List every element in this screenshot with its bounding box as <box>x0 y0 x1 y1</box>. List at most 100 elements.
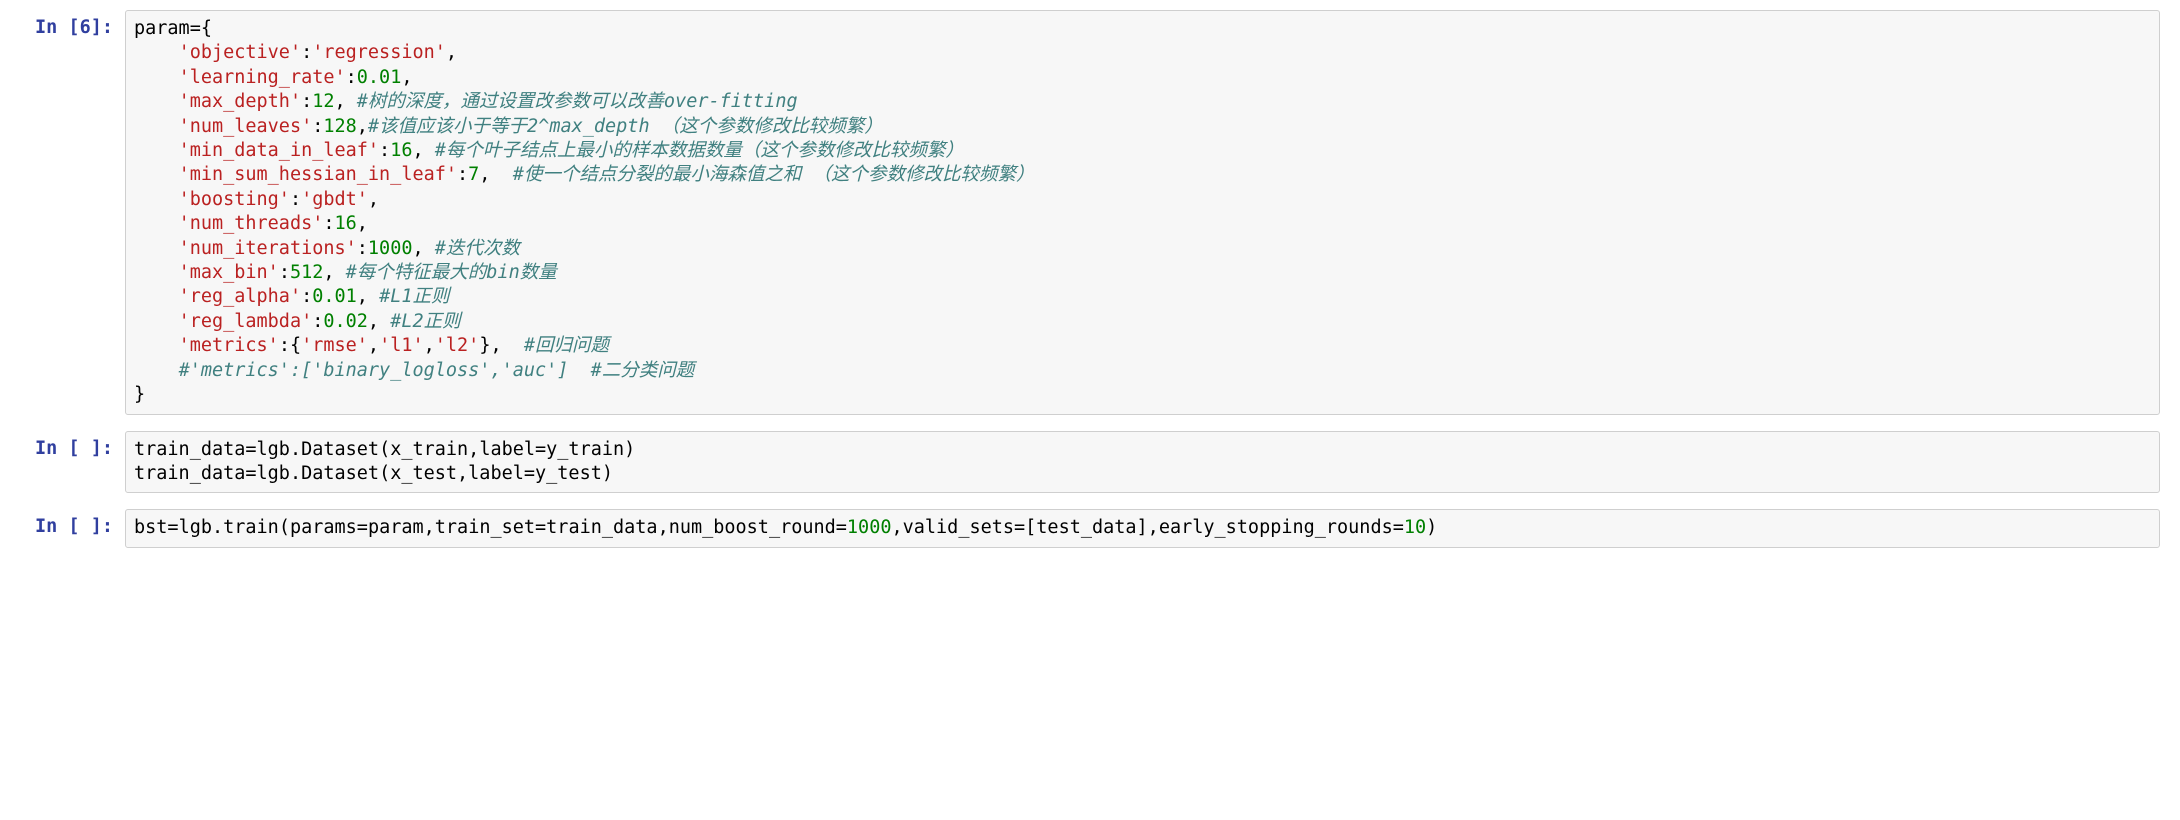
input-prompt: In [ ]: <box>20 509 125 539</box>
code-token-name: x_test <box>390 463 457 484</box>
code-token-str: 'min_data_in_leaf' <box>179 140 379 161</box>
code-token-str: 'reg_alpha' <box>179 286 302 307</box>
code-token-num: 7 <box>468 164 479 185</box>
code-text[interactable]: param={ 'objective':'regression', 'learn… <box>134 17 2151 408</box>
code-token-op: = <box>245 463 256 484</box>
code-token-num: 16 <box>335 213 357 234</box>
code-token-punct: , <box>368 311 390 332</box>
code-token-str: 'regression' <box>312 42 446 63</box>
code-token-comment: #L2正则 <box>390 311 460 332</box>
code-token-punct: , <box>401 67 412 88</box>
code-token-num: 0.01 <box>357 67 402 88</box>
code-token-plain <box>134 42 179 63</box>
code-token-punct: ) <box>602 463 613 484</box>
code-token-str: 'reg_lambda' <box>179 311 313 332</box>
code-token-punct: : <box>290 189 301 210</box>
code-token-punct: , <box>479 164 512 185</box>
code-token-punct: : <box>312 311 323 332</box>
prompt-bracket-close: ]: <box>91 17 113 38</box>
code-token-num: 10 <box>1404 517 1426 538</box>
code-token-punct: } <box>134 384 145 405</box>
code-token-name: label <box>479 439 535 460</box>
code-cell[interactable]: In [ ]:bst=lgb.train(params=param,train_… <box>20 509 2160 547</box>
code-token-num: 0.01 <box>312 286 357 307</box>
code-token-punct: }, <box>479 335 524 356</box>
code-token-str: 'rmse' <box>301 335 368 356</box>
code-cell[interactable]: In [ ]:train_data=lgb.Dataset(x_train,la… <box>20 431 2160 494</box>
prompt-bracket-close: ]: <box>91 516 113 537</box>
code-token-punct: : <box>379 140 390 161</box>
code-token-plain <box>134 238 179 259</box>
code-token-punct: , <box>323 262 345 283</box>
code-token-punct: , <box>357 213 368 234</box>
code-token-punct: : <box>357 238 368 259</box>
code-token-punct: , <box>357 286 379 307</box>
code-token-punct: :{ <box>279 335 301 356</box>
code-token-punct: ) <box>624 439 635 460</box>
code-token-punct: : <box>457 164 468 185</box>
code-token-name: x_train <box>390 439 468 460</box>
prompt-number <box>80 438 91 459</box>
code-text[interactable]: bst=lgb.train(params=param,train_set=tra… <box>134 516 2151 540</box>
code-cell[interactable]: In [6]:param={ 'objective':'regression',… <box>20 10 2160 415</box>
code-token-op: = <box>190 18 201 39</box>
code-token-plain <box>134 335 179 356</box>
code-token-name: test_data <box>1036 517 1136 538</box>
code-token-str: 'num_iterations' <box>179 238 357 259</box>
prompt-number <box>80 516 91 537</box>
code-token-comment: #每个叶子结点上最小的样本数据数量（这个参数修改比较频繁） <box>435 140 964 161</box>
code-token-op: = <box>1014 517 1025 538</box>
code-token-op: . <box>290 439 301 460</box>
code-token-plain <box>134 140 179 161</box>
code-token-punct: ], <box>1137 517 1159 538</box>
code-token-comment: #树的深度，通过设置改参数可以改善over-fitting <box>357 91 798 112</box>
code-token-op: = <box>167 517 178 538</box>
code-token-punct: , <box>424 335 435 356</box>
input-prompt: In [6]: <box>20 10 125 40</box>
code-token-str: 'num_threads' <box>179 213 324 234</box>
code-token-punct: : <box>301 286 312 307</box>
code-token-punct: ( <box>379 463 390 484</box>
code-token-str: 'num_leaves' <box>179 116 313 137</box>
code-token-num: 12 <box>312 91 334 112</box>
code-token-comment: #'metrics':['binary_logloss','auc'] #二分类… <box>179 360 695 381</box>
prompt-bracket-close: ]: <box>91 438 113 459</box>
code-token-punct: : <box>323 213 334 234</box>
code-token-str: 'max_depth' <box>179 91 302 112</box>
code-token-plain <box>134 286 179 307</box>
code-token-plain <box>134 360 179 381</box>
code-token-name: train_set <box>435 517 535 538</box>
code-token-op: = <box>1393 517 1404 538</box>
code-token-punct: [ <box>1025 517 1036 538</box>
prompt-in-label: In <box>35 438 57 459</box>
code-token-name: lgb <box>257 439 290 460</box>
code-token-punct: , <box>335 91 357 112</box>
code-token-op: = <box>357 517 368 538</box>
code-token-punct: : <box>301 91 312 112</box>
code-input-area[interactable]: train_data=lgb.Dataset(x_train,label=y_t… <box>125 431 2160 494</box>
code-token-name: y_test <box>535 463 602 484</box>
code-token-str: 'objective' <box>179 42 302 63</box>
code-token-plain <box>134 189 179 210</box>
code-input-area[interactable]: bst=lgb.train(params=param,train_set=tra… <box>125 509 2160 547</box>
code-token-punct: , <box>468 439 479 460</box>
code-token-str: 'l1' <box>379 335 424 356</box>
code-input-area[interactable]: param={ 'objective':'regression', 'learn… <box>125 10 2160 415</box>
code-token-plain <box>134 213 179 234</box>
code-token-plain <box>134 116 179 137</box>
code-token-name: params <box>290 517 357 538</box>
code-token-plain <box>134 311 179 332</box>
code-text[interactable]: train_data=lgb.Dataset(x_train,label=y_t… <box>134 438 2151 487</box>
code-token-punct: , <box>368 189 379 210</box>
code-token-name: Dataset <box>301 463 379 484</box>
code-token-name: lgb <box>257 463 290 484</box>
code-token-str: 'boosting' <box>179 189 290 210</box>
code-token-num: 128 <box>323 116 356 137</box>
code-token-name: y_train <box>546 439 624 460</box>
prompt-number: 6 <box>80 17 91 38</box>
code-token-name: early_stopping_rounds <box>1159 517 1393 538</box>
code-token-op: = <box>535 439 546 460</box>
notebook-cells: In [6]:param={ 'objective':'regression',… <box>20 10 2160 548</box>
code-token-name: param <box>134 18 190 39</box>
prompt-bracket-open: [ <box>57 17 79 38</box>
